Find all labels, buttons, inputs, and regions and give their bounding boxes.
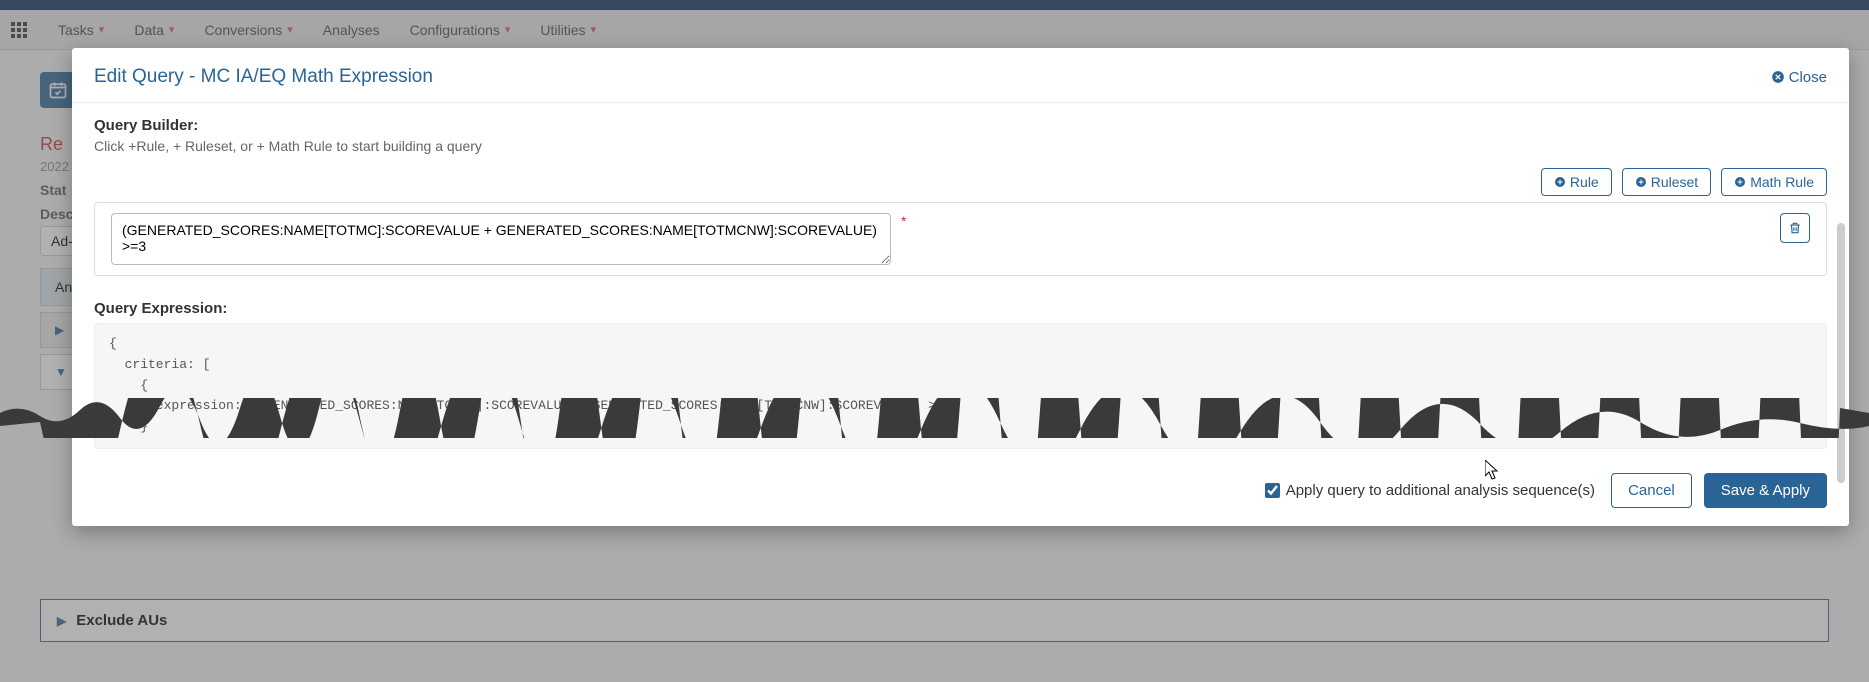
expression-input[interactable] — [111, 213, 891, 265]
close-icon — [1771, 70, 1785, 84]
apply-query-checkbox-row[interactable]: Apply query to additional analysis seque… — [1265, 482, 1595, 499]
add-rule-button[interactable]: Rule — [1541, 168, 1612, 196]
rule-buttons: Rule Ruleset Math Rule — [94, 168, 1827, 196]
plus-circle-icon — [1635, 176, 1647, 188]
apply-query-label: Apply query to additional analysis seque… — [1286, 482, 1595, 499]
modal-title: Edit Query - MC IA/EQ Math Expression — [94, 66, 433, 88]
torn-edge-decoration — [0, 398, 1869, 438]
query-expression-title: Query Expression: — [94, 300, 1827, 317]
trash-icon — [1788, 221, 1802, 235]
add-mathrule-button[interactable]: Math Rule — [1721, 168, 1827, 196]
ruleset-label: Ruleset — [1651, 174, 1698, 190]
cancel-button[interactable]: Cancel — [1611, 473, 1692, 508]
cursor-icon — [1485, 460, 1501, 482]
save-apply-button[interactable]: Save & Apply — [1704, 473, 1827, 508]
plus-circle-icon — [1734, 176, 1746, 188]
mathrule-label: Math Rule — [1750, 174, 1814, 190]
query-builder-title: Query Builder: — [94, 117, 1827, 134]
delete-rule-button[interactable] — [1780, 213, 1810, 243]
rule-box: * — [94, 202, 1827, 276]
rule-label: Rule — [1570, 174, 1599, 190]
scrollbar[interactable] — [1837, 223, 1845, 483]
apply-query-checkbox[interactable] — [1265, 483, 1280, 498]
edit-query-modal: Edit Query - MC IA/EQ Math Expression Cl… — [72, 48, 1849, 526]
close-button[interactable]: Close — [1771, 69, 1827, 86]
close-label: Close — [1789, 69, 1827, 86]
add-ruleset-button[interactable]: Ruleset — [1622, 168, 1711, 196]
query-builder-hint: Click +Rule, + Ruleset, or + Math Rule t… — [94, 138, 1827, 154]
plus-circle-icon — [1554, 176, 1566, 188]
required-marker: * — [901, 213, 906, 229]
modal-footer: Apply query to additional analysis seque… — [72, 459, 1849, 526]
modal-header: Edit Query - MC IA/EQ Math Expression Cl… — [72, 48, 1849, 103]
